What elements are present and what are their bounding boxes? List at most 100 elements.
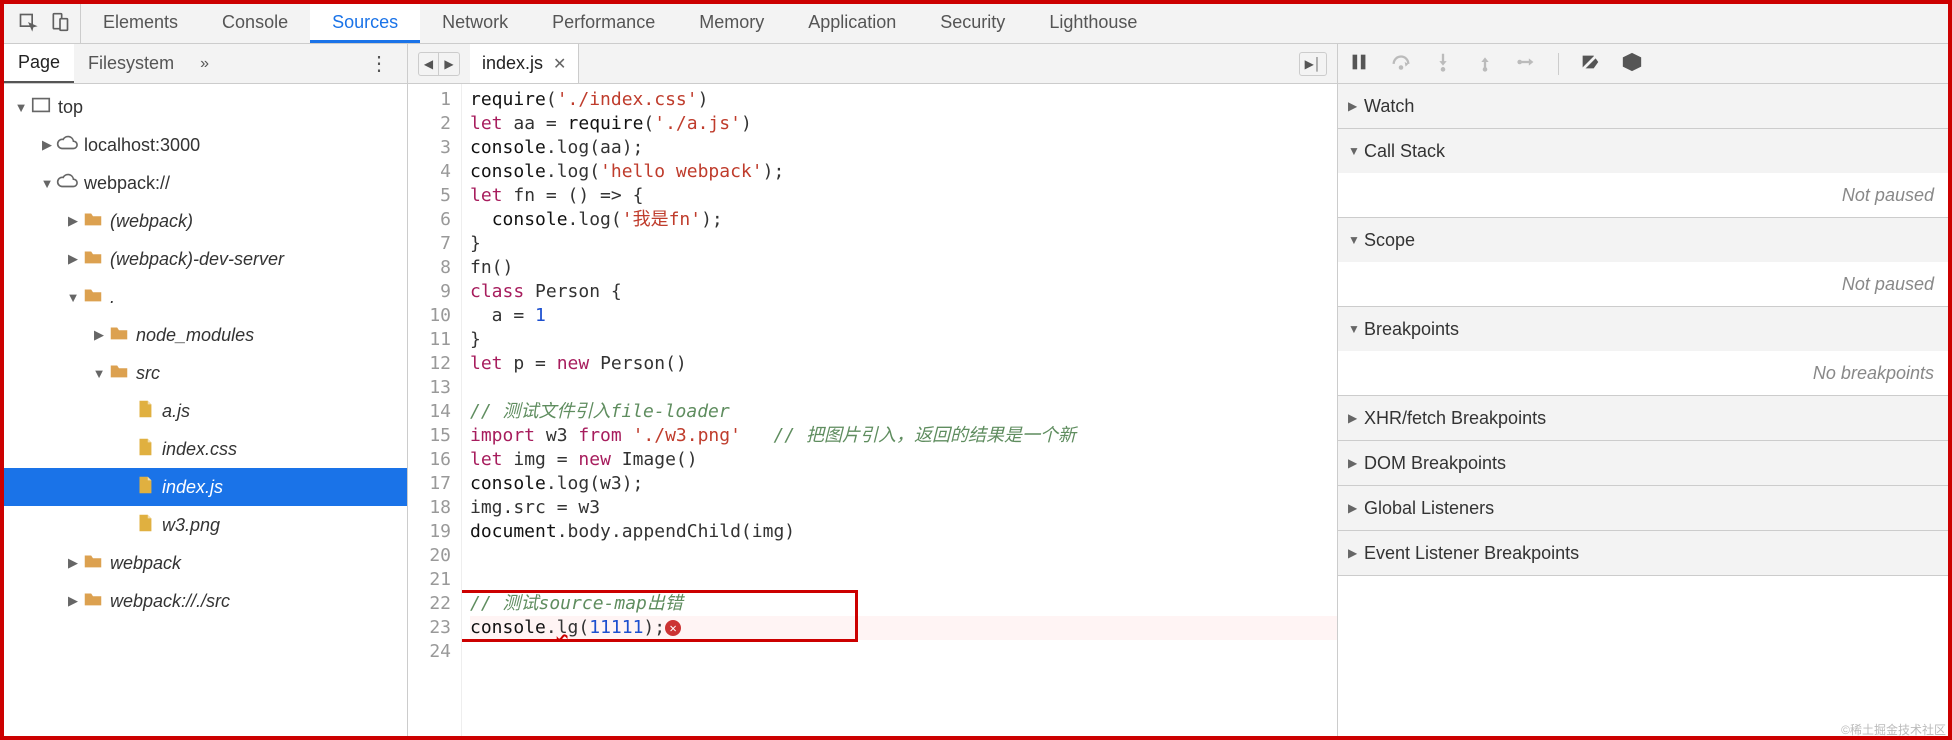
tree-item[interactable]: ▶(webpack) <box>4 202 407 240</box>
deactivate-breakpoints-icon[interactable] <box>1579 51 1601 77</box>
code-line[interactable] <box>470 640 1337 664</box>
section-title: Scope <box>1364 230 1415 251</box>
close-tab-icon[interactable]: ✕ <box>553 54 566 74</box>
folder-icon <box>82 588 110 615</box>
code-line[interactable]: } <box>470 328 1337 352</box>
code-line[interactable]: let fn = () => { <box>470 184 1337 208</box>
navigator-tab-page[interactable]: Page <box>4 44 74 83</box>
panel-tab-memory[interactable]: Memory <box>677 4 786 43</box>
step-icon[interactable] <box>1516 51 1538 77</box>
panel-tab-application[interactable]: Application <box>786 4 918 43</box>
code-line[interactable]: console.log(w3); <box>470 472 1337 496</box>
debug-section-event-listener-breakpoints[interactable]: ▶Event Listener Breakpoints <box>1338 531 1948 575</box>
tree-item[interactable]: index.js <box>4 468 407 506</box>
code-line[interactable]: console.log(aa); <box>470 136 1337 160</box>
code-line[interactable]: let aa = require('./a.js') <box>470 112 1337 136</box>
device-toolbar-icon[interactable] <box>50 12 70 36</box>
editor-tab-indexjs[interactable]: index.js ✕ <box>470 44 579 83</box>
debug-section-scope[interactable]: ▼Scope <box>1338 218 1948 262</box>
debug-section-dom-breakpoints[interactable]: ▶DOM Breakpoints <box>1338 441 1948 485</box>
debug-section-watch[interactable]: ▶Watch <box>1338 84 1948 128</box>
debug-section-xhr-fetch-breakpoints[interactable]: ▶XHR/fetch Breakpoints <box>1338 396 1948 440</box>
tree-item[interactable]: ▼webpack:// <box>4 164 407 202</box>
file-tree[interactable]: ▼top▶localhost:3000▼webpack://▶(webpack)… <box>4 84 407 736</box>
editor-tab-bar: ◀ ▶ index.js ✕ ▶│ <box>408 44 1337 84</box>
tree-item-label: (webpack) <box>110 211 193 232</box>
code-line[interactable]: require('./index.css') <box>470 88 1337 112</box>
tree-item-label: a.js <box>162 401 190 422</box>
highlight-box <box>462 590 858 642</box>
debug-section-breakpoints[interactable]: ▼Breakpoints <box>1338 307 1948 351</box>
tree-item-label: src <box>136 363 160 384</box>
step-into-icon[interactable] <box>1432 51 1454 77</box>
debug-section-global-listeners[interactable]: ▶Global Listeners <box>1338 486 1948 530</box>
file-icon <box>134 474 162 501</box>
code-line[interactable]: a = 1 <box>470 304 1337 328</box>
code-line[interactable]: console.log('我是fn'); <box>470 208 1337 232</box>
panel-tab-network[interactable]: Network <box>420 4 530 43</box>
editor-history-nav: ◀ ▶ <box>418 52 460 76</box>
tree-item-label: top <box>58 97 83 118</box>
navigator-tab-filesystem[interactable]: Filesystem <box>74 44 188 83</box>
editor-panel: ◀ ▶ index.js ✕ ▶│ 1234567891011121314151… <box>408 44 1338 736</box>
code-editor[interactable]: 123456789101112131415161718192021222324 … <box>408 84 1337 736</box>
panel-tab-elements[interactable]: Elements <box>81 4 200 43</box>
tree-item-label: webpack <box>110 553 181 574</box>
code-line[interactable]: let p = new Person() <box>470 352 1337 376</box>
code-line[interactable]: console.log('hello webpack'); <box>470 160 1337 184</box>
code-line[interactable]: fn() <box>470 256 1337 280</box>
section-body: No breakpoints <box>1338 351 1948 395</box>
step-over-icon[interactable] <box>1390 51 1412 77</box>
tree-item-label: node_modules <box>136 325 254 346</box>
panel-tab-console[interactable]: Console <box>200 4 310 43</box>
code-line[interactable]: import w3 from './w3.png' // 把图片引入，返回的结果… <box>470 424 1337 448</box>
code-line[interactable]: // 测试文件引入file-loader <box>470 400 1337 424</box>
nav-forward-icon[interactable]: ▶ <box>439 53 459 75</box>
tree-item[interactable]: ▶localhost:3000 <box>4 126 407 164</box>
step-out-icon[interactable] <box>1474 51 1496 77</box>
tree-item[interactable]: ▶webpack <box>4 544 407 582</box>
navigator-overflow-icon[interactable]: » <box>188 55 221 73</box>
code-line[interactable] <box>470 544 1337 568</box>
section-title: Watch <box>1364 96 1414 117</box>
tree-item[interactable]: ▼src <box>4 354 407 392</box>
debugger-panel: ▶Watch▼Call StackNot paused▼ScopeNot pau… <box>1338 44 1948 736</box>
code-line[interactable]: document.body.appendChild(img) <box>470 520 1337 544</box>
pause-icon[interactable] <box>1348 51 1370 77</box>
nav-back-icon[interactable]: ◀ <box>419 53 439 75</box>
devtools-top-bar: ElementsConsoleSourcesNetworkPerformance… <box>4 4 1948 44</box>
panel-tab-security[interactable]: Security <box>918 4 1027 43</box>
tree-item[interactable]: ▶(webpack)-dev-server <box>4 240 407 278</box>
panel-tab-performance[interactable]: Performance <box>530 4 677 43</box>
code-line[interactable]: img.src = w3 <box>470 496 1337 520</box>
section-title: XHR/fetch Breakpoints <box>1364 408 1546 429</box>
tree-item[interactable]: ▶node_modules <box>4 316 407 354</box>
tree-item-label: localhost:3000 <box>84 135 200 156</box>
code-line[interactable] <box>470 376 1337 400</box>
pause-on-exceptions-icon[interactable] <box>1621 51 1643 77</box>
inspect-element-icon[interactable] <box>18 12 38 36</box>
tree-item[interactable]: index.css <box>4 430 407 468</box>
panel-tab-lighthouse[interactable]: Lighthouse <box>1027 4 1159 43</box>
folder-icon <box>108 322 136 349</box>
tree-item-label: index.css <box>162 439 237 460</box>
code-line[interactable]: class Person { <box>470 280 1337 304</box>
section-title: Breakpoints <box>1364 319 1459 340</box>
run-snippet-icon[interactable]: ▶│ <box>1299 52 1327 76</box>
debug-section-call-stack[interactable]: ▼Call Stack <box>1338 129 1948 173</box>
code-line[interactable]: let img = new Image() <box>470 448 1337 472</box>
file-icon <box>134 512 162 539</box>
navigator-more-icon[interactable]: ⋮ <box>351 51 407 76</box>
tree-item[interactable]: w3.png <box>4 506 407 544</box>
tree-item[interactable]: ▶webpack://./src <box>4 582 407 620</box>
tree-item-label: index.js <box>162 477 223 498</box>
tree-item[interactable]: ▼. <box>4 278 407 316</box>
tree-item[interactable]: a.js <box>4 392 407 430</box>
tree-item[interactable]: ▼top <box>4 88 407 126</box>
watermark-text: ©稀土掘金技术社区 <box>1841 721 1946 738</box>
section-title: Call Stack <box>1364 141 1445 162</box>
code-line[interactable]: } <box>470 232 1337 256</box>
code-line[interactable] <box>470 568 1337 592</box>
folder-icon <box>82 550 110 577</box>
panel-tab-sources[interactable]: Sources <box>310 4 420 43</box>
